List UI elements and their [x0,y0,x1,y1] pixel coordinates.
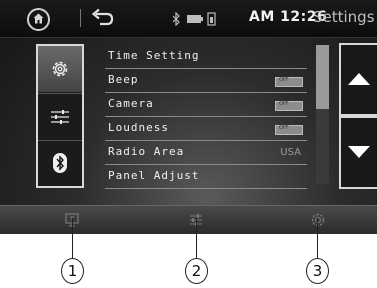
callout-3: 3 [306,258,329,284]
page-title: Settings [313,8,375,26]
menu-item-label: Camera [108,97,154,110]
back-arrow-icon[interactable] [91,8,115,28]
callout-leader [317,218,318,258]
menu-item-loudness[interactable]: Loudness OFF [105,117,307,141]
toggle-state: OFF [279,77,289,83]
toggle-state: OFF [279,125,289,131]
callout-leader [196,218,197,258]
menu-item-label: Radio Area [108,145,185,158]
scrollbar-thumb[interactable] [316,45,329,109]
menu-item-time-setting[interactable]: Time Setting [105,45,307,69]
tab-settings[interactable] [38,46,82,92]
menu-item-label: Time Setting [108,49,200,62]
menu-item-label: Beep [108,73,139,86]
head-unit-screen: AM 12:26 Settings Time Setting Beep OFF … [0,0,377,234]
menu-item-label: Panel Adjust [108,169,200,182]
tab-bluetooth[interactable] [38,140,82,186]
menu-item-label: Loudness [108,121,169,134]
callout-2: 2 [185,258,208,284]
gear-icon [52,61,68,77]
callout-1: 1 [61,258,84,284]
top-status-bar: AM 12:26 Settings [0,0,377,38]
scroll-down-button[interactable] [339,116,377,189]
general-settings-icon[interactable] [310,212,326,228]
menu-item-radio-area[interactable]: Radio Area USA [105,141,307,165]
camera-toggle[interactable]: OFF [275,101,303,111]
down-arrow-icon [348,146,370,158]
beep-toggle[interactable]: OFF [275,77,303,87]
up-arrow-icon [348,73,370,85]
loudness-toggle[interactable]: OFF [275,125,303,135]
bottom-bar [0,205,377,234]
equalizer-icon [51,110,69,124]
home-button[interactable] [27,8,50,31]
tab-sound[interactable] [38,93,82,141]
battery-icon [187,15,203,23]
bluetooth-icon [53,153,67,173]
phone-signal-icon [207,12,216,26]
scrollbar[interactable] [316,45,329,184]
menu-item-camera[interactable]: Camera OFF [105,93,307,117]
menu-item-beep[interactable]: Beep OFF [105,69,307,93]
toggle-state: OFF [279,101,289,107]
radio-area-value: USA [280,147,301,158]
home-icon [33,13,44,24]
divider [80,9,81,27]
settings-menu: Time Setting Beep OFF Camera OFF Loudnes… [105,45,307,189]
status-icons [172,12,216,26]
bluetooth-status-icon [172,12,180,26]
callout-leader [72,218,73,258]
side-tab-bar [36,44,84,188]
scroll-up-button[interactable] [339,43,377,116]
menu-item-panel-adjust[interactable]: Panel Adjust [105,165,307,189]
